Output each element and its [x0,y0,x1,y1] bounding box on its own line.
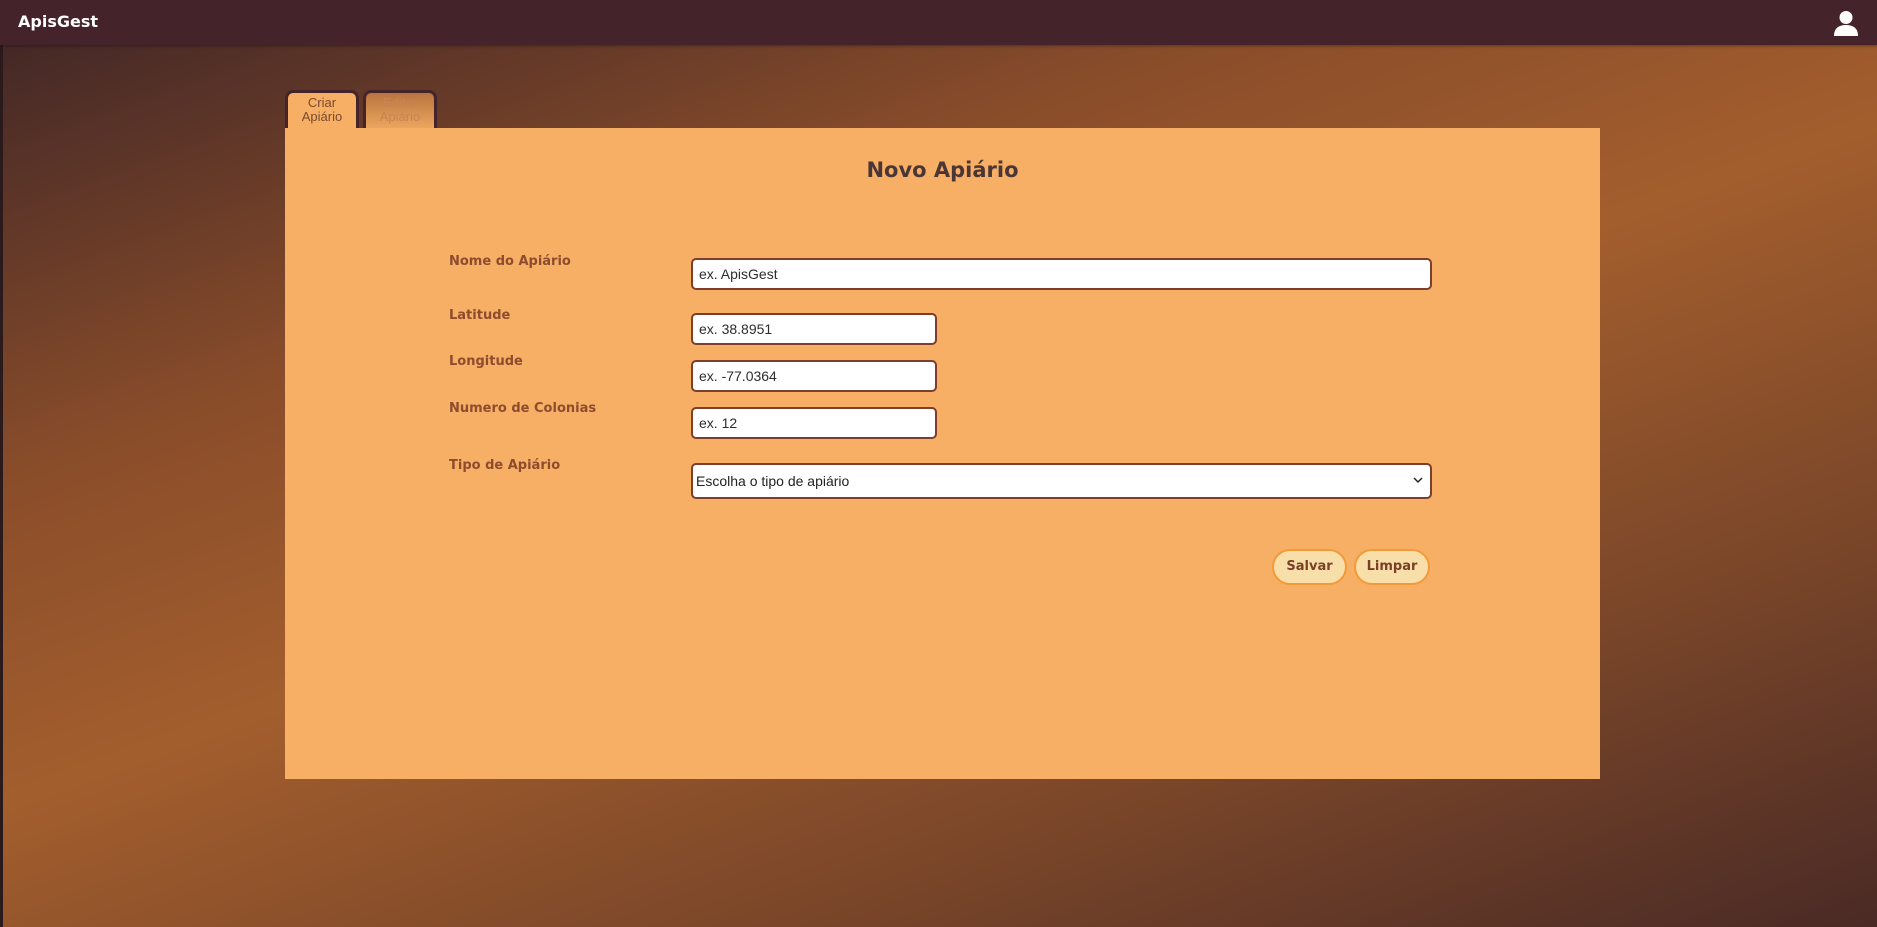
app-brand[interactable]: ApisGest [18,12,98,31]
label-nome-apiario: Nome do Apiário [449,254,571,269]
tab-editar-line2: Apiário [379,109,421,124]
window-left-edge [0,0,3,927]
latitude-input[interactable] [691,313,937,345]
nome-apiario-input[interactable] [691,258,1432,290]
tab-editar-line1: Editar [383,95,417,110]
label-longitude: Longitude [449,354,523,369]
numero-colonias-input[interactable] [691,407,937,439]
tipo-apiario-select[interactable]: Escolha o tipo de apiário [691,463,1432,499]
top-navbar: ApisGest [0,0,1877,45]
form-panel: Novo Apiário Nome do Apiário Latitude Lo… [285,128,1600,779]
label-latitude: Latitude [449,308,511,323]
clear-button[interactable]: Limpar [1354,549,1430,585]
tab-criar-apiario[interactable]: Criar Apiário [285,90,359,130]
chevron-down-icon [1413,477,1423,484]
user-icon[interactable] [1832,9,1860,37]
tab-criar-line2: Apiário [301,109,343,124]
label-tipo-apiario: Tipo de Apiário [449,458,561,473]
tipo-apiario-selected: Escolha o tipo de apiário [696,473,850,489]
form-title: Novo Apiário [866,158,1019,182]
save-button[interactable]: Salvar [1272,549,1347,585]
longitude-input[interactable] [691,360,937,392]
tab-criar-line1: Criar [307,95,337,110]
label-numero-colonias: Numero de Colonias [449,401,597,416]
tab-editar-apiario[interactable]: Editar Apiário [363,90,437,130]
